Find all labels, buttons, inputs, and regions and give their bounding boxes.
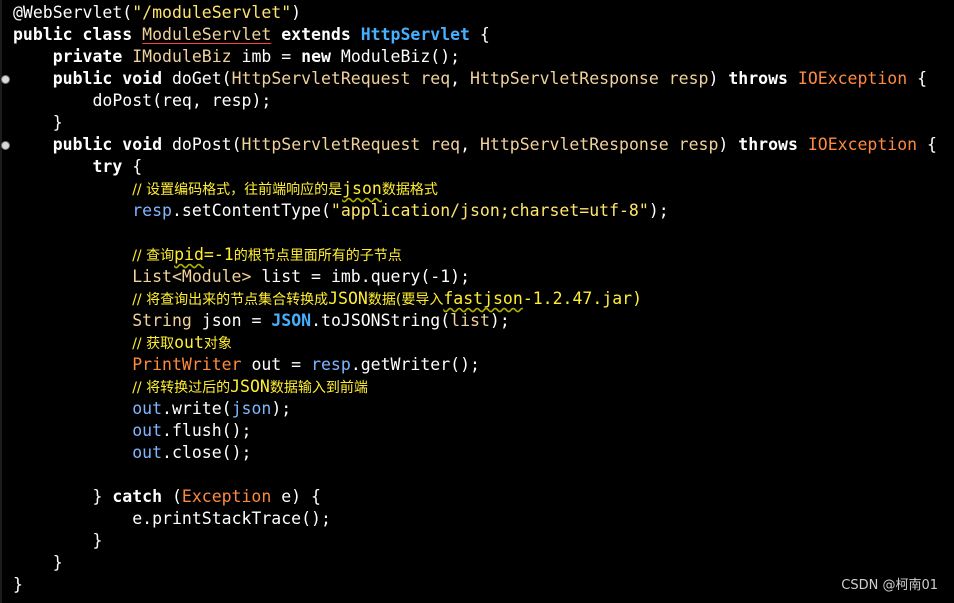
code-line-12: // 查询pid=-1的根节点里面所有的子节点 [132,245,402,264]
code-line-19: out.write(json); [132,399,292,418]
code-line-13: List<Module> list = imb.query(-1); [132,267,471,286]
code-line-20: out.flush(); [132,421,252,440]
code-line-9: // 设置编码格式，往前端响应的是json数据格式 [132,179,438,198]
code-line-7: public void doPost(HttpServletRequest re… [52,135,937,154]
code-line-17: PrintWriter out = resp.getWriter(); [132,355,480,374]
override-marker-icon[interactable] [1,141,10,150]
code-line-23: } catch (Exception e) { [13,487,321,506]
code-line-16: // 获取out对象 [132,333,232,352]
code-line-21: out.close(); [132,443,252,462]
editor-gutter [0,0,2,603]
code-editor[interactable]: @WebServlet("/moduleServlet") public cla… [0,0,954,603]
code-line-15: String json = JSON.toJSONString(list); [132,311,510,330]
class-name: ModuleServlet [142,25,272,44]
override-marker-icon[interactable] [1,75,10,84]
code-line-14: // 将查询出来的节点集合转换成JSON数据(要导入fastjson-1.2.4… [132,289,643,308]
code-line-8: try { [92,157,143,176]
code-line-24: e.printStackTrace(); [132,509,331,528]
code-line-25: } [13,531,103,550]
code-line-2: public class ModuleServlet extends HttpS… [13,25,490,44]
code-line-26: } [13,553,63,572]
code-line-3: private IModuleBiz imb = new ModuleBiz()… [52,47,461,66]
code-line-1: @WebServlet("/moduleServlet") [13,3,302,22]
code-line-10: resp.setContentType("application/json;ch… [132,201,669,220]
code-line-4: public void doGet(HttpServletRequest req… [52,69,928,88]
code-line-5: doPost(req, resp); [92,91,272,110]
code-line-6: } [13,113,63,132]
watermark: CSDN @柯南01 [841,578,938,593]
code-line-27: } [13,575,23,594]
code-line-18: // 将转换过后的JSON数据输入到前端 [132,377,368,396]
